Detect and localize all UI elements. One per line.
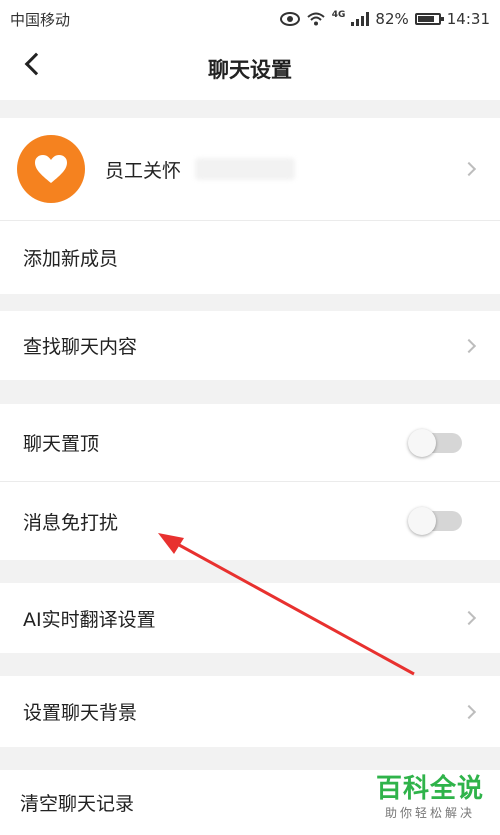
watermark-main-text: 百科全说 — [375, 774, 484, 804]
status-icons: 4G 82% 14:31 — [279, 10, 490, 28]
battery-icon — [414, 13, 444, 25]
battery-percent: 82% — [375, 10, 409, 28]
contact-name: 员工关怀 — [105, 159, 182, 182]
chevron-right-icon — [461, 610, 477, 626]
ai-translate-label: AI实时翻译设置 — [23, 608, 156, 631]
search-content-row[interactable]: 查找聊天内容 — [0, 311, 500, 380]
heart-icon — [35, 155, 67, 183]
chevron-right-icon — [461, 338, 477, 353]
set-background-label: 设置聊天背景 — [23, 702, 138, 724]
back-arrow-icon[interactable] — [24, 52, 48, 76]
add-member-row[interactable]: 添加新成员 — [0, 221, 500, 294]
toggle-knob — [408, 507, 436, 535]
status-bar: 中国移动 4G 82% 14:31 — [0, 0, 500, 38]
clear-history-label: 清空聊天记录 — [20, 793, 135, 815]
avatar — [17, 135, 85, 203]
wifi-icon — [307, 12, 325, 26]
chevron-right-icon — [461, 161, 477, 177]
contact-row[interactable]: 员工关怀 — [0, 118, 500, 220]
pin-chat-row: 聊天置顶 — [0, 404, 500, 481]
do-not-disturb-toggle[interactable] — [408, 507, 462, 535]
blurred-region — [195, 158, 296, 180]
page-title: 聊天设置 — [208, 58, 292, 82]
nav-bar: 聊天设置 — [0, 38, 500, 100]
signal-icon — [351, 12, 370, 26]
pin-chat-toggle[interactable] — [408, 428, 462, 457]
eye-icon — [279, 12, 300, 26]
chevron-right-icon — [461, 704, 477, 719]
watermark-sub-text: 助你轻松解决 — [384, 806, 475, 820]
add-member-label: 添加新成员 — [23, 248, 119, 270]
network-type-label: 4G — [331, 10, 346, 20]
set-background-row[interactable]: 设置聊天背景 — [0, 676, 500, 747]
search-content-label: 查找聊天内容 — [23, 336, 138, 358]
do-not-disturb-label: 消息免打扰 — [23, 511, 119, 534]
pin-chat-label: 聊天置顶 — [23, 433, 100, 455]
carrier-label: 中国移动 — [10, 10, 71, 29]
clock: 14:31 — [446, 10, 490, 28]
do-not-disturb-row: 消息免打扰 — [0, 482, 500, 560]
ai-translate-row[interactable]: AI实时翻译设置 — [0, 583, 500, 653]
watermark-logo: 百科全说 助你轻松解决 — [371, 772, 488, 823]
toggle-knob — [408, 428, 436, 457]
